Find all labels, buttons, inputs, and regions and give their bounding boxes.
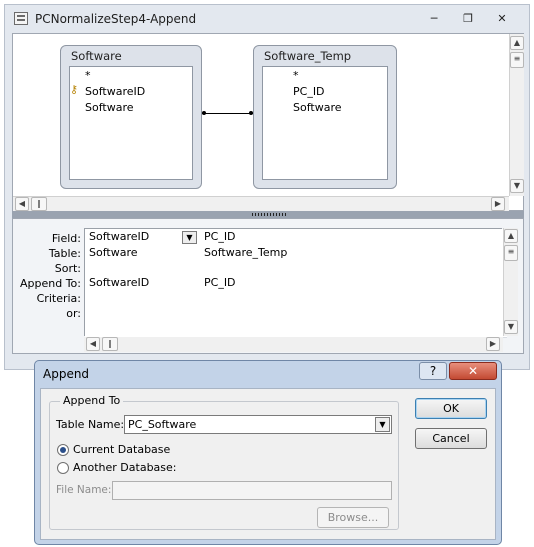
grid-column-empty[interactable] — [315, 229, 435, 338]
grid-cell[interactable] — [85, 320, 205, 337]
grid-body: SoftwareID ▼ Software SoftwareID PC_ID S… — [84, 228, 507, 338]
field-item[interactable]: Software — [85, 101, 134, 114]
splitter-grip[interactable] — [252, 213, 288, 216]
field-list: * PC_ID Software — [262, 66, 388, 180]
minimize-button[interactable]: ─ — [423, 11, 445, 27]
current-database-label[interactable]: Current Database — [73, 443, 170, 456]
join-end — [202, 111, 206, 115]
grid-vertical-scrollbar[interactable]: ▲ ≡ ▼ — [503, 228, 518, 336]
row-label-table: Table: — [48, 247, 81, 260]
table-name-combobox[interactable]: PC_Software ▼ — [124, 415, 392, 434]
table-name-label: Table Name: — [56, 418, 125, 431]
window-title: PCNormalizeStep4-Append — [35, 12, 197, 26]
row-label-field: Field: — [51, 232, 81, 245]
scroll-left-icon[interactable]: ◀ — [86, 337, 100, 351]
field-item-all[interactable]: * — [293, 69, 299, 82]
table-title: Software — [71, 49, 122, 63]
file-name-input[interactable] — [112, 481, 392, 500]
field-list: * ⚷ SoftwareID Software — [69, 66, 193, 180]
scroll-up-icon[interactable]: ▲ — [510, 36, 524, 50]
grid-cell[interactable] — [200, 320, 320, 337]
grid-cell-or[interactable] — [85, 305, 205, 321]
grid-cell-table[interactable]: Software_Temp — [200, 245, 320, 261]
current-database-radio[interactable] — [57, 444, 69, 456]
row-label-or: or: — [66, 307, 81, 320]
scroll-thumb[interactable]: ‖ — [31, 197, 47, 211]
scroll-thumb[interactable]: ≡ — [504, 245, 518, 261]
query-design-window: PCNormalizeStep4-Append ─ ❐ ✕ Software *… — [4, 4, 530, 370]
row-label-sort: Sort: — [54, 262, 81, 275]
upper-vertical-scrollbar[interactable]: ▲ ≡ ▼ — [509, 34, 524, 196]
design-grid: Field: Table: Sort: Append To: Criteria:… — [12, 218, 524, 354]
scroll-down-icon[interactable]: ▼ — [504, 320, 518, 334]
key-icon: ⚷ — [70, 83, 79, 96]
query-icon — [14, 12, 28, 25]
scroll-thumb[interactable]: ≡ — [510, 52, 524, 68]
help-button[interactable]: ? — [419, 362, 447, 380]
grid-horizontal-scrollbar[interactable]: ◀ ‖ ▶ — [84, 337, 503, 352]
field-item[interactable]: Software — [293, 101, 342, 114]
scroll-up-icon[interactable]: ▲ — [504, 229, 518, 243]
append-to-group: Append To Table Name: PC_Software ▼ Curr… — [49, 394, 399, 530]
grid-cell-or[interactable] — [200, 305, 320, 321]
scroll-thumb[interactable]: ‖ — [102, 337, 118, 351]
scroll-right-icon[interactable]: ▶ — [491, 197, 505, 211]
dialog-body: Append To Table Name: PC_Software ▼ Curr… — [40, 388, 496, 540]
another-database-label[interactable]: Another Database: — [73, 461, 177, 474]
software-temp-table-box[interactable]: Software_Temp * PC_ID Software — [253, 45, 397, 189]
upper-horizontal-scrollbar[interactable]: ◀ ‖ ▶ — [13, 196, 509, 211]
table-name-value: PC_Software — [128, 418, 197, 431]
grid-cell-field[interactable]: PC_ID — [200, 229, 320, 246]
grid-cell-criteria[interactable] — [85, 290, 205, 306]
grid-column-empty[interactable] — [430, 229, 507, 338]
group-label: Append To — [60, 394, 124, 407]
scroll-down-icon[interactable]: ▼ — [510, 179, 524, 193]
row-label-criteria: Criteria: — [36, 292, 81, 305]
field-item[interactable]: SoftwareID — [85, 85, 145, 98]
field-item[interactable]: PC_ID — [293, 85, 325, 98]
another-database-radio[interactable] — [57, 462, 69, 474]
grid-cell-criteria[interactable] — [200, 290, 320, 306]
software-table-box[interactable]: Software * ⚷ SoftwareID Software — [60, 45, 202, 189]
grid-cell-table[interactable]: Software — [85, 245, 205, 261]
restore-button[interactable]: ❐ — [457, 11, 479, 27]
table-pane: Software * ⚷ SoftwareID Software Softwar… — [12, 33, 524, 211]
dropdown-arrow-icon[interactable]: ▼ — [182, 231, 197, 244]
dialog-title: Append — [43, 367, 90, 381]
pane-splitter[interactable] — [12, 211, 524, 218]
row-label-append-to: Append To: — [20, 277, 81, 290]
grid-cell-sort[interactable] — [200, 260, 320, 276]
close-window-button[interactable]: ✕ — [491, 11, 513, 27]
field-item-all[interactable]: * — [85, 69, 91, 82]
cancel-button[interactable]: Cancel — [415, 428, 487, 449]
window-titlebar: PCNormalizeStep4-Append ─ ❐ ✕ — [5, 5, 529, 33]
browse-button[interactable]: Browse... — [317, 507, 389, 528]
ok-button[interactable]: OK — [415, 398, 487, 419]
grid-cell-sort[interactable] — [85, 260, 205, 276]
cell-value: SoftwareID — [89, 230, 150, 243]
grid-cell-append-to[interactable]: SoftwareID — [85, 275, 205, 291]
append-dialog: Append ? ✕ Append To Table Name: PC_Soft… — [34, 360, 502, 545]
scroll-left-icon[interactable]: ◀ — [15, 197, 29, 211]
grid-cell-append-to[interactable]: PC_ID — [200, 275, 320, 291]
scroll-right-icon[interactable]: ▶ — [486, 337, 500, 351]
file-name-label: File Name: — [56, 484, 112, 496]
join-line[interactable] — [202, 113, 253, 114]
dropdown-arrow-icon[interactable]: ▼ — [375, 417, 390, 432]
close-dialog-button[interactable]: ✕ — [449, 362, 497, 380]
table-title: Software_Temp — [264, 49, 352, 63]
